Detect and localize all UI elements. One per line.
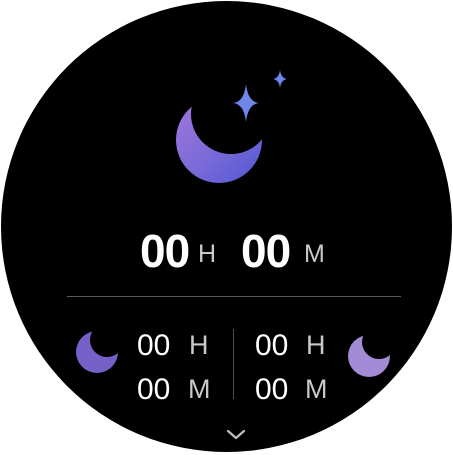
left-minutes-value: 00: [137, 373, 171, 406]
moon-icon: [348, 335, 390, 377]
chevron-down-icon[interactable]: [225, 428, 247, 442]
left-hours-value: 00: [137, 329, 171, 362]
left-hours-unit: H: [189, 330, 209, 360]
right-hours-unit: H: [306, 330, 326, 360]
moon-icon: [76, 331, 118, 373]
right-minutes-value: 00: [255, 373, 289, 406]
moon-stars-icon: [176, 70, 287, 183]
divider: [67, 296, 401, 297]
star-small-icon: [273, 70, 287, 88]
left-minutes-unit: M: [188, 374, 211, 404]
total-hours-value: 00: [140, 225, 190, 277]
total-minutes-unit: M: [304, 240, 325, 268]
watch-screen: 00 H 00 M 00 H 00 M 00 H 00 M: [1, 1, 452, 452]
total-hours-unit: H: [198, 240, 217, 268]
right-minutes-unit: M: [305, 374, 328, 404]
vertical-divider: [233, 329, 234, 399]
right-hours-value: 00: [255, 329, 289, 362]
total-minutes-value: 00: [241, 225, 291, 277]
